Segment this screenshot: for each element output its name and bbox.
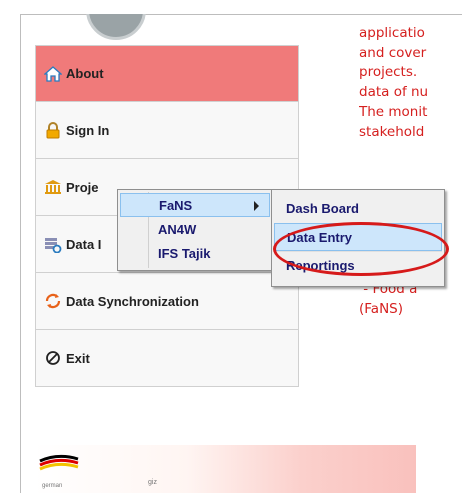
menu-item-label: Data Entry <box>287 229 353 245</box>
sidebar-item-exit[interactable]: Exit <box>35 330 299 387</box>
sidebar-item-data-synchronization[interactable]: Data Synchronization <box>35 273 299 330</box>
menu-item-dash-board[interactable]: Dash Board <box>274 193 442 223</box>
fans-submenu: Dash Board Data Entry Reportings <box>271 189 445 287</box>
menu-item-reportings[interactable]: Reportings <box>274 251 442 279</box>
menu-item-an4w[interactable]: AN4W <box>120 217 270 241</box>
profile-circle-logo <box>86 14 146 42</box>
exit-icon <box>44 349 62 367</box>
giz-logo-text: giz <box>148 479 157 486</box>
menu-item-ifs-tajik[interactable]: IFS Tajik <box>120 241 270 265</box>
logo-text: german <box>42 483 63 489</box>
lock-icon <box>44 121 62 139</box>
menu-item-label: IFS Tajik <box>158 245 211 261</box>
sidebar-item-label: About <box>66 66 104 81</box>
sync-icon <box>44 292 62 310</box>
partner-logos-banner: german giz <box>34 445 416 493</box>
sidebar-item-label: Data I <box>66 236 102 252</box>
sidebar-item-label: Data Synchronization <box>66 293 199 309</box>
sidebar-item-label: Exit <box>66 350 90 366</box>
bank-icon <box>44 178 62 196</box>
sidebar-item-about[interactable]: About <box>35 45 299 102</box>
menu-item-data-entry[interactable]: Data Entry <box>274 223 442 251</box>
data-icon <box>44 235 62 253</box>
sidebar-item-sign-in[interactable]: Sign In <box>35 102 299 159</box>
sidebar-item-label: Proje <box>66 179 99 195</box>
submenu-arrow-icon <box>254 201 259 211</box>
menu-item-fans[interactable]: FaNS <box>120 193 270 217</box>
menu-item-label: Dash Board <box>286 200 359 216</box>
german-cooperation-logo <box>39 454 79 471</box>
sidebar-item-label: Sign In <box>66 122 110 138</box>
projects-menu: FaNS AN4W IFS Tajik <box>117 189 273 271</box>
menu-item-label: AN4W <box>158 221 197 237</box>
home-icon <box>44 65 62 83</box>
menu-item-label: FaNS <box>159 197 193 213</box>
menu-item-label: Reportings <box>286 258 355 273</box>
